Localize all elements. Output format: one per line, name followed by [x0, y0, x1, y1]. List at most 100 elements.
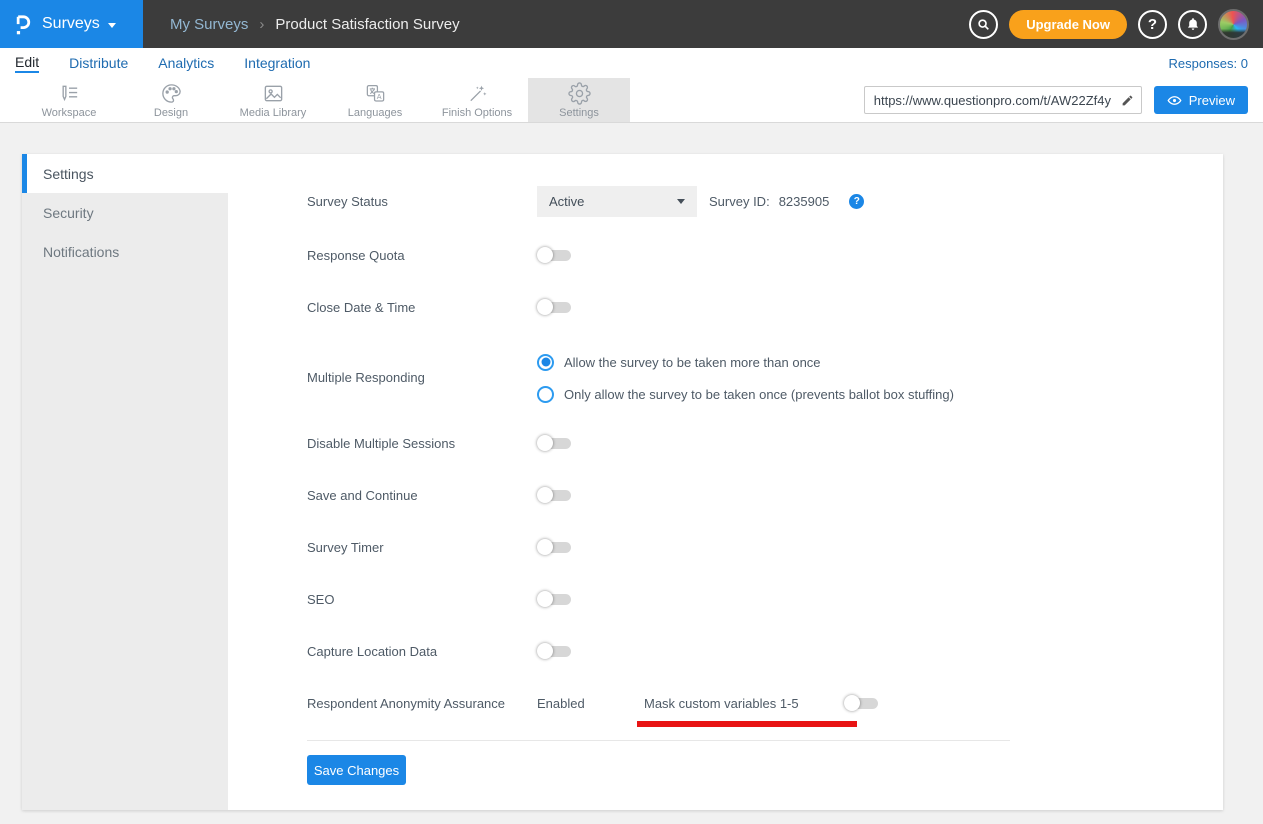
close-date-label: Close Date & Time: [307, 300, 537, 315]
wand-icon: [466, 82, 489, 105]
bell-icon: [1186, 17, 1200, 31]
svg-text:A: A: [376, 93, 381, 101]
image-icon: [262, 82, 285, 105]
save-and-continue-toggle[interactable]: [537, 487, 571, 503]
setting-row-survey-status: Survey Status Active Survey ID: 8235905 …: [307, 186, 1223, 217]
close-date-toggle[interactable]: [537, 299, 571, 315]
radio-option-multiple-allowed[interactable]: Allow the survey to be taken more than o…: [537, 351, 954, 373]
edit-toolbar: Workspace Design Media Library A Languag…: [0, 78, 1263, 123]
survey-status-label: Survey Status: [307, 194, 537, 209]
toggle-knob: [537, 487, 553, 503]
notifications-button[interactable]: [1178, 10, 1207, 39]
question-mark-icon: ?: [1148, 16, 1157, 33]
toolbar-tab-languages[interactable]: A Languages: [324, 78, 426, 122]
sidebar-item-label: Settings: [43, 166, 94, 182]
toolbar-tab-settings[interactable]: Settings: [528, 78, 630, 122]
toolbar-tab-finish-options[interactable]: Finish Options: [426, 78, 528, 122]
response-quota-label: Response Quota: [307, 248, 537, 263]
setting-row-multiple-responding: Multiple Responding Allow the survey to …: [307, 351, 1223, 405]
setting-row-anonymity: Respondent Anonymity Assurance Enabled M…: [307, 695, 1223, 711]
toolbar-tab-label: Languages: [348, 107, 402, 119]
settings-sidebar: Settings Security Notifications: [22, 154, 228, 810]
tab-integration[interactable]: Integration: [244, 55, 310, 71]
survey-timer-label: Survey Timer: [307, 540, 537, 555]
toggle-knob: [537, 591, 553, 607]
preview-button[interactable]: Preview: [1154, 86, 1248, 114]
multiple-responding-options: Allow the survey to be taken more than o…: [537, 351, 954, 405]
form-divider: [307, 740, 1010, 741]
survey-id-label: Survey ID:: [709, 194, 770, 209]
search-button[interactable]: [969, 10, 998, 39]
save-changes-button[interactable]: Save Changes: [307, 755, 406, 785]
toolbar-tab-label: Design: [154, 107, 188, 119]
help-icon[interactable]: ?: [849, 194, 864, 209]
questionpro-app: Surveys My Surveys › Product Satisfactio…: [0, 0, 1263, 810]
gear-icon: [568, 82, 591, 105]
sidebar-item-settings[interactable]: Settings: [22, 154, 228, 193]
search-icon: [976, 17, 991, 32]
breadcrumb: My Surveys › Product Satisfaction Survey: [170, 16, 460, 33]
responses-count: Responses: 0: [1169, 56, 1249, 71]
toolbar-tab-media-library[interactable]: Media Library: [222, 78, 324, 122]
anonymity-label: Respondent Anonymity Assurance: [307, 696, 537, 711]
chevron-down-icon: [677, 199, 685, 204]
toolbar-tab-label: Workspace: [42, 107, 97, 119]
mask-variables-toggle[interactable]: [844, 695, 878, 711]
toggle-knob: [537, 435, 553, 451]
pencil-icon: [1121, 94, 1134, 107]
radio-selected-icon[interactable]: [537, 354, 554, 371]
chevron-right-icon: ›: [259, 16, 264, 33]
chevron-down-icon: [108, 23, 116, 28]
top-bar: Surveys My Surveys › Product Satisfactio…: [0, 0, 1263, 48]
radio-option-once-only[interactable]: Only allow the survey to be taken once (…: [537, 383, 954, 405]
topbar-actions: Upgrade Now ?: [969, 9, 1263, 40]
sidebar-item-security[interactable]: Security: [22, 193, 228, 232]
tab-distribute[interactable]: Distribute: [69, 55, 128, 71]
radio-option-label: Allow the survey to be taken more than o…: [564, 355, 821, 370]
capture-location-toggle[interactable]: [537, 643, 571, 659]
seo-label: SEO: [307, 592, 537, 607]
palette-icon: [160, 82, 183, 105]
workspace-icon: [58, 82, 81, 105]
toggle-knob: [537, 299, 553, 315]
disable-multiple-sessions-toggle[interactable]: [537, 435, 571, 451]
multiple-responding-label: Multiple Responding: [307, 351, 537, 405]
red-highlight-underline: [637, 721, 857, 727]
translate-icon: A: [364, 82, 387, 105]
tab-edit[interactable]: Edit: [15, 54, 39, 73]
content-area: Settings Security Notifications Survey S…: [0, 123, 1263, 810]
seo-toggle[interactable]: [537, 591, 571, 607]
tab-analytics[interactable]: Analytics: [158, 55, 214, 71]
survey-timer-toggle[interactable]: [537, 539, 571, 555]
sidebar-item-label: Notifications: [43, 244, 119, 260]
toolbar-tab-design[interactable]: Design: [120, 78, 222, 122]
toggle-knob: [537, 539, 553, 555]
response-quota-toggle[interactable]: [537, 247, 571, 263]
anonymity-status: Enabled: [537, 696, 644, 711]
settings-card: Settings Security Notifications Survey S…: [22, 154, 1223, 810]
settings-form: Survey Status Active Survey ID: 8235905 …: [228, 154, 1223, 810]
survey-url-field: [864, 86, 1142, 114]
breadcrumb-my-surveys[interactable]: My Surveys: [170, 16, 248, 33]
toolbar-tab-label: Finish Options: [442, 107, 512, 119]
breadcrumb-current: Product Satisfaction Survey: [275, 16, 459, 33]
toolbar-tab-workspace[interactable]: Workspace: [18, 78, 120, 122]
radio-unselected-icon[interactable]: [537, 386, 554, 403]
toggle-knob: [537, 643, 553, 659]
survey-status-select[interactable]: Active: [537, 186, 697, 217]
setting-row-survey-timer: Survey Timer: [307, 539, 1223, 555]
setting-row-capture-location: Capture Location Data: [307, 643, 1223, 659]
upgrade-now-button[interactable]: Upgrade Now: [1009, 10, 1127, 39]
setting-row-close-date: Close Date & Time: [307, 299, 1223, 315]
product-switcher[interactable]: Surveys: [0, 0, 143, 48]
help-button[interactable]: ?: [1138, 10, 1167, 39]
questionpro-logo-icon: [13, 12, 33, 37]
edit-url-button[interactable]: [1114, 87, 1141, 113]
preview-label: Preview: [1189, 93, 1235, 108]
eye-icon: [1167, 93, 1182, 108]
sidebar-item-notifications[interactable]: Notifications: [22, 232, 228, 271]
toggle-knob: [844, 695, 860, 711]
avatar[interactable]: [1218, 9, 1249, 40]
save-and-continue-label: Save and Continue: [307, 488, 537, 503]
survey-url-input[interactable]: [865, 93, 1114, 108]
